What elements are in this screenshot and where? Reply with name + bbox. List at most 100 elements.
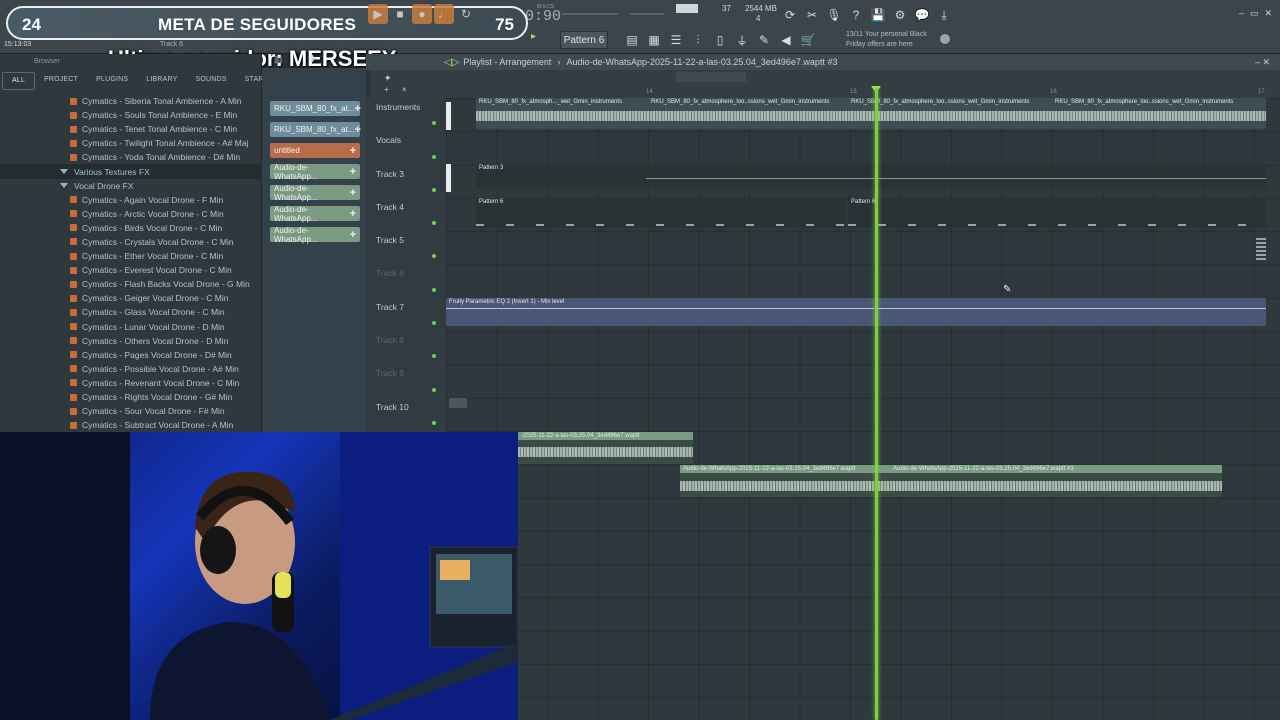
master-pitch-slider[interactable] [630,13,664,15]
browser-file[interactable]: Cymatics - Ether Vocal Drone - C Min [0,249,262,263]
minimize-icon[interactable]: – [1239,8,1244,19]
channel-add-icon[interactable]: + [350,187,356,199]
track-mute-led[interactable] [432,420,436,425]
cart-icon[interactable]: 🛒 [798,30,818,50]
track-mute-led[interactable] [432,154,436,159]
browser-file[interactable]: Cymatics - Souls Tonal Ambience - E Min [0,108,262,122]
pattern-clip-track4-b[interactable]: Pattern 6 [848,198,1266,228]
metronome-icon[interactable]: ♩ [434,4,454,24]
browser-file[interactable]: Cymatics - Pages Vocal Drone - D# Min [0,348,262,362]
browser-file[interactable]: Cymatics - Sour Vocal Drone - F# Min [0,404,262,418]
browser-file[interactable]: Cymatics - Siberia Tonal Ambience - A Mi… [0,94,262,108]
browser-file[interactable]: Cymatics - Crystals Vocal Drone - C Min [0,235,262,249]
channel-graph-icon[interactable]: ▥ [274,54,283,65]
browser-file[interactable]: Cymatics - Yoda Tonal Ambience - D# Min [0,150,262,164]
browser-file[interactable]: Cymatics - Lunar Vocal Drone - D Min [0,320,262,334]
channel-move-icon[interactable]: ✥ [308,54,316,65]
browser-file[interactable]: Cymatics - Possible Vocal Drone - A# Min [0,362,262,376]
browser-tab-all[interactable]: ALL [2,72,36,90]
track-mute-led[interactable] [432,121,436,126]
playlist-grid[interactable]: RKU_SBM_80_fx_atmosph..._wet_Gmin_instru… [446,98,1280,720]
track-mute-led[interactable] [432,321,436,326]
add-track-icon[interactable]: + [384,85,389,94]
browser-file[interactable]: Cymatics - Tenet Tonal Ambience - C Min [0,122,262,136]
browser-file[interactable]: Cymatics - Revenant Vocal Drone - C Min [0,376,262,390]
browser-file[interactable]: Cymatics - Twilight Tonal Ambience - A# … [0,136,262,150]
record-icon[interactable]: ● [412,4,432,24]
browser-file[interactable]: Cymatics - Subtract Vocal Drone - A Min [0,418,262,432]
track-mute-led[interactable] [432,354,436,359]
track-header[interactable]: Track 7 [366,298,446,331]
track-header[interactable]: Track 4 [366,198,446,231]
channel-add-icon[interactable]: + [350,229,356,241]
track-mute-led[interactable] [432,387,436,392]
pattern-clip-track4-a[interactable]: Pattern 6 [476,198,846,228]
master-volume-slider[interactable] [562,13,618,15]
playhead[interactable] [875,88,878,720]
help-icon[interactable]: ? [846,5,866,25]
account-icon[interactable] [940,34,950,44]
browser-file[interactable]: Cymatics - Flash Backs Vocal Drone - G M… [0,277,262,291]
browser-tab-project[interactable]: PROJECT [35,72,87,90]
cut-icon[interactable]: ✂ [802,5,822,25]
browser-file[interactable]: Cymatics - Birds Vocal Drone - C Min [0,221,262,235]
remove-track-icon[interactable]: × [402,85,407,94]
save-icon[interactable]: 💾 [868,5,888,25]
channel-rack-icon[interactable]: ☰ [666,30,686,50]
channel-button[interactable]: Audio-de-WhatsApp... + [270,184,360,202]
speaker-icon[interactable]: ◀ [776,30,796,50]
channel-add-icon[interactable]: + [350,208,356,220]
tool-icon[interactable]: ✎ [754,30,774,50]
channel-button[interactable]: RKU_SBM_80_fx_at... + [270,122,361,137]
browser-file[interactable]: Cymatics - Others Vocal Drone - D Min [0,334,262,348]
promo-text[interactable]: 13/11 Your personal Black Friday offers … [846,30,941,50]
track-header[interactable]: Track 6 [366,264,446,297]
track-mute-led[interactable] [432,187,436,192]
track-header[interactable]: Track 9 [366,364,446,397]
loop-icon[interactable]: ↻ [456,4,476,24]
snap-icon[interactable]: ✦ [384,73,392,84]
pattern-clip-track3[interactable]: Pattern 3 [476,164,1266,188]
file-icon[interactable]: ▯ [710,30,730,50]
channel-button[interactable]: Audio-de-WhatsApp... + [270,205,360,223]
refresh-icon[interactable]: ⟳ [780,5,800,25]
track-mute-led[interactable] [432,221,436,226]
channel-button[interactable]: Audio-de-WhatsApp... + [270,163,360,181]
browser-folder[interactable]: Vocal Drone FX [0,179,262,193]
track-scroll-handle[interactable] [1256,238,1266,260]
download-icon[interactable]: ⤓ [934,5,954,25]
automation-clip-track7[interactable]: Fruity Parametric EQ 2 (Insert 1) - Mix … [446,298,1266,326]
channel-add-icon[interactable]: + [354,103,360,115]
plugin-icon[interactable]: ⏚ [732,30,752,50]
audio-clip-whatsapp-3[interactable]: Audio-de-WhatsApp-2025-11-22-a-las-03.25… [890,465,1222,497]
channel-add-icon[interactable]: + [354,124,360,136]
track-header[interactable]: Vocals [366,131,446,164]
channel-add-icon[interactable]: + [350,145,356,157]
timeline-ruler[interactable]: 14 15 16 17 [446,70,1280,98]
browser-tab-plugins[interactable]: PLUGINS [87,72,137,90]
track-header[interactable]: Track 10 [366,398,446,431]
mixer-icon[interactable]: ⚙ [890,5,910,25]
browser-file[interactable]: Cymatics - Glass Vocal Drone - C Min [0,305,262,319]
channel-button[interactable]: Audio-de-WhatsApp... + [270,226,360,244]
track-header[interactable]: Track 5 [366,231,446,264]
audio-clip-whatsapp-1[interactable]: -2025-11-22-a-las-03.25.04_3ed496e7.wapt… [518,432,693,464]
small-clip-track10[interactable] [449,398,467,408]
browser-file[interactable]: Cymatics - Arctic Vocal Drone - C Min [0,207,262,221]
track-header[interactable]: Instruments [366,98,446,131]
playlist-close-icon[interactable]: – ✕ [1255,57,1270,68]
audio-clip-whatsapp-2[interactable]: Audio-de-WhatsApp-2025-11-22-a-las-03.25… [680,465,890,497]
playlist-scrollbar[interactable] [676,72,746,82]
channel-button[interactable]: RKU_SBM_80_fx_at... + [270,101,361,116]
restore-icon[interactable]: ▭ [1250,8,1259,19]
play-icon[interactable]: ▶ [368,4,388,24]
close-icon[interactable]: ✕ [1264,8,1272,19]
track-mute-led[interactable] [432,254,436,259]
browser-file[interactable]: Cymatics - Again Vocal Drone - F Min [0,193,262,207]
mixer-window-icon[interactable]: ⫶ [688,30,708,50]
track-mute-led[interactable] [432,287,436,292]
browser-tab-library[interactable]: LIBRARY [137,72,186,90]
channel-button[interactable]: untitled + [270,143,360,158]
playlist-arrow-icon[interactable]: ◁▷ [444,57,459,68]
browser-file[interactable]: Cymatics - Geiger Vocal Drone - C Min [0,291,262,305]
